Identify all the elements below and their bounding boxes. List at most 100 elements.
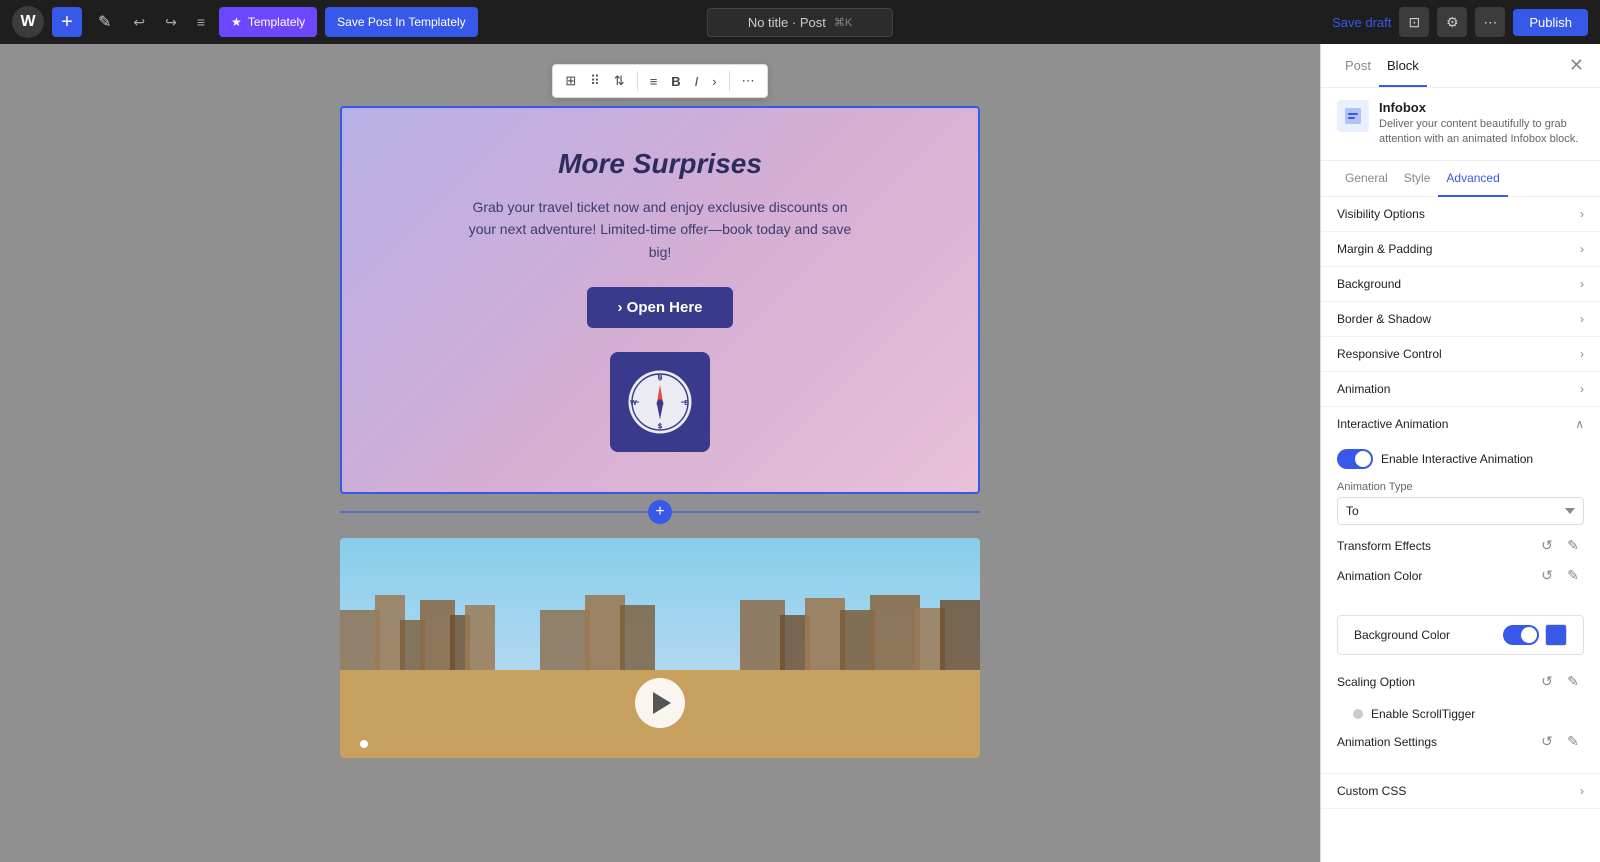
animation-color-row: Animation Color ↺ ✎: [1337, 565, 1584, 587]
transform-effects-label: Transform Effects: [1337, 539, 1536, 553]
block-name: Infobox: [1379, 100, 1584, 115]
topbar: W + ✎ ↩ ↪ ≡ ★ Templately Save Post In Te…: [0, 0, 1600, 44]
custom-css-section[interactable]: Custom CSS ›: [1321, 774, 1600, 809]
undo-button[interactable]: ↩: [127, 7, 151, 37]
save-templately-button[interactable]: Save Post In Templately: [325, 7, 478, 37]
animation-color-reset-button[interactable]: ↺: [1536, 565, 1558, 587]
responsive-section[interactable]: Responsive Control ›: [1321, 337, 1600, 372]
enable-ia-label: Enable Interactive Animation: [1381, 452, 1533, 466]
animation-type-label: Animation Type: [1337, 481, 1584, 493]
sub-tab-style[interactable]: Style: [1396, 161, 1439, 197]
transform-edit-button[interactable]: ✎: [1562, 535, 1584, 557]
animation-settings-reset-button[interactable]: ↺: [1536, 731, 1558, 753]
sub-tab-advanced[interactable]: Advanced: [1438, 161, 1507, 197]
italic-button[interactable]: I: [689, 70, 705, 93]
templately-button[interactable]: ★ Templately: [219, 7, 317, 37]
background-chevron: ›: [1580, 277, 1584, 291]
save-draft-button[interactable]: Save draft: [1332, 15, 1391, 30]
background-color-swatch[interactable]: [1545, 624, 1567, 646]
redo-button[interactable]: ↪: [159, 7, 183, 37]
background-section[interactable]: Background ›: [1321, 267, 1600, 302]
infobox-open-button[interactable]: › Open Here: [587, 287, 732, 328]
background-color-row: Background Color: [1337, 615, 1584, 655]
grid-tool-button[interactable]: ⠿: [584, 69, 606, 93]
view-button[interactable]: ⊡: [1399, 7, 1429, 37]
align-button[interactable]: ≡: [644, 70, 664, 93]
publish-button[interactable]: Publish: [1513, 9, 1588, 36]
keyboard-shortcut: ⌘K: [834, 16, 852, 29]
panel-header: Post Block ✕: [1321, 44, 1600, 88]
ia-section-content: Enable Interactive Animation Animation T…: [1321, 441, 1600, 607]
editor-area: ⊞ ⠿ ⇅ ≡ B I › ⋯ More Surprises Grab your…: [0, 44, 1320, 862]
video-background: [340, 538, 980, 758]
video-play-button[interactable]: [635, 678, 685, 728]
animation-settings-icons: ↺ ✎: [1536, 731, 1584, 753]
animation-type-row: Animation Type To From FromTo: [1337, 481, 1584, 525]
right-panel: Post Block ✕ Infobox Deliver your conten…: [1320, 44, 1600, 862]
margin-padding-section[interactable]: Margin & Padding ›: [1321, 232, 1600, 267]
animation-type-select[interactable]: To From FromTo: [1337, 497, 1584, 525]
video-block[interactable]: [340, 538, 980, 758]
compass-icon: N S E W: [625, 367, 695, 437]
scaling-reset-button[interactable]: ↺: [1536, 671, 1558, 693]
border-shadow-section[interactable]: Border & Shadow ›: [1321, 302, 1600, 337]
tab-post[interactable]: Post: [1337, 46, 1379, 87]
interactive-animation-section: Interactive Animation ∧ Enable Interacti…: [1321, 407, 1600, 774]
visibility-options-section[interactable]: Visibility Options ›: [1321, 197, 1600, 232]
visibility-chevron: ›: [1580, 207, 1584, 221]
main-layout: ⊞ ⠿ ⇅ ≡ B I › ⋯ More Surprises Grab your…: [0, 44, 1600, 862]
scaling-edit-button[interactable]: ✎: [1562, 671, 1584, 693]
ia-section-header[interactable]: Interactive Animation ∧: [1321, 407, 1600, 441]
animation-settings-edit-button[interactable]: ✎: [1562, 731, 1584, 753]
tools-button[interactable]: ✎: [90, 7, 119, 37]
sub-tab-general[interactable]: General: [1337, 161, 1396, 197]
more-formats-button[interactable]: ›: [706, 70, 722, 93]
infobox-block[interactable]: More Surprises Grab your travel ticket n…: [340, 106, 980, 494]
tools-icon-button[interactable]: ⋯: [1475, 7, 1505, 37]
svg-text:W: W: [630, 400, 637, 407]
infobox-text: Grab your travel ticket now and enjoy ex…: [460, 196, 860, 263]
animation-settings-label: Animation Settings: [1337, 735, 1536, 749]
transform-reset-button[interactable]: ↺: [1536, 535, 1558, 557]
post-title: No title · Post: [748, 15, 826, 30]
visibility-label: Visibility Options: [1337, 207, 1580, 221]
block-options-button[interactable]: ⋯: [736, 69, 761, 93]
arrows-tool-button[interactable]: ⇅: [608, 69, 631, 93]
ia-section-content-2: Scaling Option ↺ ✎ Enable ScrollTigger A…: [1321, 663, 1600, 773]
settings-sidebar-button[interactable]: ⚙: [1437, 7, 1467, 37]
add-block-button-inline[interactable]: +: [648, 500, 672, 524]
scaling-option-row: Scaling Option ↺ ✎: [1337, 671, 1584, 693]
bold-button[interactable]: B: [665, 70, 686, 93]
animation-section[interactable]: Animation ›: [1321, 372, 1600, 407]
block-info-icon: [1337, 100, 1369, 132]
tab-block[interactable]: Block: [1379, 46, 1427, 87]
background-color-toggle[interactable]: [1503, 625, 1539, 645]
custom-css-chevron: ›: [1580, 784, 1584, 798]
scaling-option-icons: ↺ ✎: [1536, 671, 1584, 693]
block-info-text: Infobox Deliver your content beautifully…: [1379, 100, 1584, 148]
wp-logo: W: [12, 6, 44, 38]
animation-color-label: Animation Color: [1337, 569, 1536, 583]
buildings-svg: [340, 590, 980, 670]
list-view-button[interactable]: ≡: [191, 7, 211, 37]
enable-ia-toggle[interactable]: [1337, 449, 1373, 469]
margin-label: Margin & Padding: [1337, 242, 1580, 256]
add-block-line-right: [672, 511, 980, 513]
svg-text:E: E: [684, 400, 689, 407]
ia-section-chevron: ∧: [1575, 417, 1584, 431]
infobox-block-icon: [1343, 106, 1363, 126]
animation-color-edit-button[interactable]: ✎: [1562, 565, 1584, 587]
panel-close-button[interactable]: ✕: [1569, 55, 1584, 76]
add-block-button[interactable]: +: [52, 7, 82, 37]
infobox-icon-container: N S E W: [610, 352, 710, 452]
toolbar-divider-2: [729, 71, 730, 91]
post-title-bar[interactable]: No title · Post ⌘K: [707, 8, 893, 37]
templately-label: Templately: [248, 15, 305, 29]
responsive-label: Responsive Control: [1337, 347, 1580, 361]
custom-css-label: Custom CSS: [1337, 784, 1580, 798]
block-toolbar: ⊞ ⠿ ⇅ ≡ B I › ⋯: [552, 64, 767, 98]
title-area: No title · Post ⌘K: [707, 8, 893, 37]
infobox-title: More Surprises: [558, 148, 762, 180]
topbar-right: Save draft ⊡ ⚙ ⋯ Publish: [1332, 7, 1588, 37]
select-tool-button[interactable]: ⊞: [559, 69, 582, 93]
